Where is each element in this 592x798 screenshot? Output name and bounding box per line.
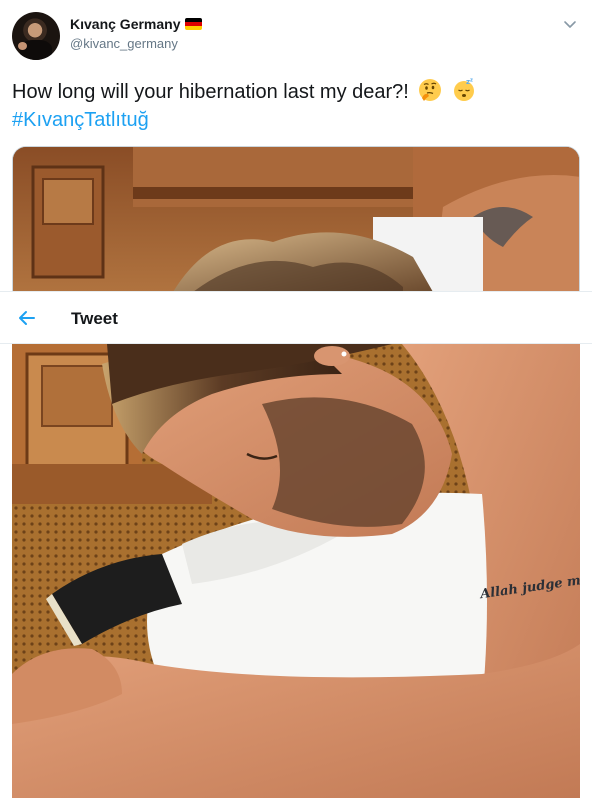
page-title: Tweet [71,309,118,328]
tweet-header: Kıvanç Germany @kivanc_germany [12,12,580,64]
svg-text:z: z [470,78,473,84]
tweet-top-bar: Tweet [0,291,592,344]
user-handle[interactable]: @kivanc_germany [70,36,202,51]
sleeping-man-image: Allah judge me!!! [12,344,580,798]
tweet-photo[interactable]: Allah judge me!!! [12,344,580,798]
chevron-down-icon[interactable] [562,16,578,32]
germany-flag-icon [184,18,202,30]
display-name-row[interactable]: Kıvanç Germany [70,16,202,32]
media-preview-image [13,147,579,291]
tweet-text: How long will your hibernation last my d… [12,78,580,134]
user-block: Kıvanç Germany @kivanc_germany [70,16,202,51]
sleeping-face-icon: z z [453,78,474,101]
tweet-body: How long will your hibernation last my d… [12,81,409,103]
thinking-face-icon [419,79,442,101]
avatar[interactable] [12,12,60,60]
display-name[interactable]: Kıvanç Germany [70,16,181,32]
back-arrow-icon[interactable] [17,308,37,328]
media-preview[interactable] [12,146,580,291]
hashtag-link[interactable]: #KıvançTatlıtuğ [12,106,580,134]
